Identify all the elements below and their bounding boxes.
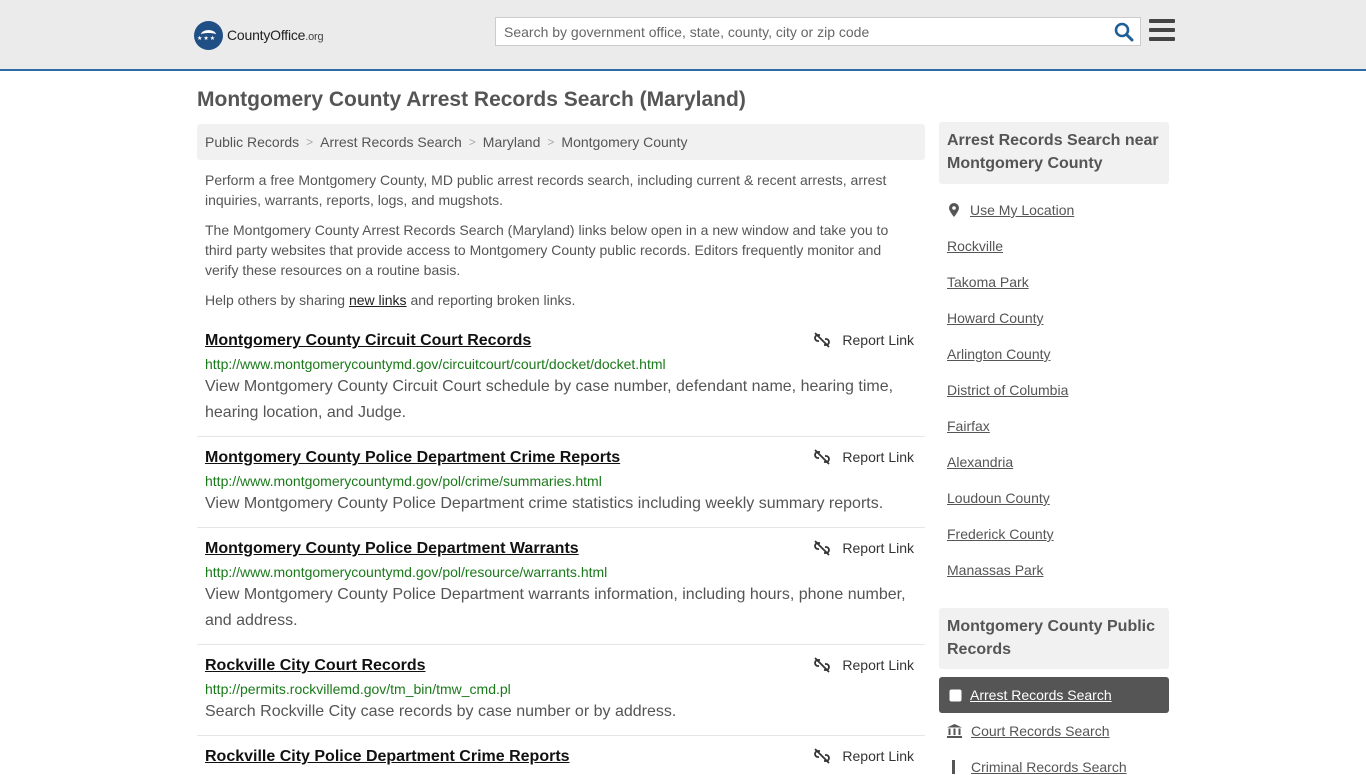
- hamburger-menu-icon[interactable]: [1149, 19, 1175, 41]
- nearby-link[interactable]: Frederick County: [947, 526, 1054, 542]
- gavel-icon: [952, 760, 955, 774]
- map-pin-icon: [949, 203, 959, 217]
- share-note-text: Help others by sharing: [205, 292, 349, 308]
- breadcrumb-item[interactable]: Arrest Records Search: [320, 134, 462, 150]
- nearby-link[interactable]: Arlington County: [947, 346, 1051, 362]
- report-link-label: Report Link: [842, 332, 914, 348]
- nearby-link[interactable]: Alexandria: [947, 454, 1013, 470]
- broken-link-icon: [814, 540, 831, 556]
- search-icon: [1114, 22, 1134, 42]
- courthouse-icon: [947, 724, 962, 738]
- sidebar-item-criminal-records[interactable]: Criminal Records Search: [947, 759, 1127, 775]
- breadcrumb-separator: >: [547, 135, 555, 149]
- intro-paragraph: The Montgomery County Arrest Records Sea…: [205, 222, 889, 278]
- report-link-label: Report Link: [842, 748, 914, 764]
- record-link-description: View Montgomery County Police Department…: [205, 495, 884, 512]
- record-link-item: Montgomery County Circuit Court Records …: [197, 331, 925, 437]
- search-input[interactable]: [496, 18, 1096, 45]
- report-link-button[interactable]: Report Link: [814, 449, 914, 465]
- sidebar-item-label: Arrest Records Search: [970, 687, 1112, 703]
- page-title: Montgomery County Arrest Records Search …: [197, 88, 746, 111]
- report-link-button[interactable]: Report Link: [814, 657, 914, 673]
- report-link-button[interactable]: Report Link: [814, 540, 914, 556]
- logo-tld: .org: [305, 31, 324, 43]
- logo-name: CountyOffice: [227, 27, 306, 43]
- site-logo[interactable]: CountyOffice.org: [194, 20, 324, 50]
- report-link-button[interactable]: Report Link: [814, 332, 914, 348]
- record-link-url: http://www.montgomerycountymd.gov/pol/re…: [205, 564, 608, 580]
- nearby-link[interactable]: Manassas Park: [947, 562, 1043, 578]
- record-link-item: Montgomery County Police Department Warr…: [197, 539, 925, 645]
- nearby-link[interactable]: District of Columbia: [947, 382, 1068, 398]
- broken-link-icon: [814, 748, 831, 764]
- breadcrumb-separator: >: [468, 135, 476, 149]
- breadcrumb-item[interactable]: Montgomery County: [561, 134, 687, 150]
- record-link-description: Search Rockville City case records by ca…: [205, 703, 677, 720]
- search-box: [495, 17, 1141, 46]
- logo-text: CountyOffice.org: [227, 27, 324, 43]
- use-my-location-label: Use My Location: [970, 202, 1075, 218]
- report-link-label: Report Link: [842, 449, 914, 465]
- record-link-url: http://permits.rockvillemd.gov/tm_bin/tm…: [205, 681, 511, 697]
- report-link-label: Report Link: [842, 540, 914, 556]
- report-link-button[interactable]: Report Link: [814, 748, 914, 764]
- search-button[interactable]: [1114, 22, 1134, 42]
- broken-link-icon: [814, 657, 831, 673]
- broken-link-icon: [814, 449, 831, 465]
- nearby-link[interactable]: Rockville: [947, 238, 1003, 254]
- record-link-description: View Montgomery County Police Department…: [205, 586, 906, 629]
- record-link-url: http://www.montgomerycountymd.gov/circui…: [205, 356, 666, 372]
- site-header: CountyOffice.org: [0, 0, 1366, 71]
- sidebar-item-label: Criminal Records Search: [971, 759, 1127, 775]
- broken-link-icon: [814, 332, 831, 348]
- breadcrumb-item[interactable]: Maryland: [483, 134, 541, 150]
- record-link-item: Rockville City Court Records http://perm…: [197, 656, 925, 736]
- record-link-item: Rockville City Police Department Crime R…: [197, 747, 925, 768]
- report-link-label: Report Link: [842, 657, 914, 673]
- intro-paragraph: Perform a free Montgomery County, MD pub…: [205, 172, 887, 208]
- nearby-link[interactable]: Howard County: [947, 310, 1044, 326]
- breadcrumb-separator: >: [306, 135, 314, 149]
- nearby-link[interactable]: Takoma Park: [947, 274, 1029, 290]
- menu-bar: [1149, 19, 1175, 23]
- share-note: Help others by sharing new links and rep…: [205, 290, 905, 310]
- checkbox-icon: [949, 689, 962, 701]
- record-link-url: http://www.montgomerycountymd.gov/pol/cr…: [205, 473, 602, 489]
- sidebar-item-label: Court Records Search: [971, 723, 1110, 739]
- sidebar-item-arrest-records[interactable]: Arrest Records Search: [939, 677, 1169, 713]
- share-note-text: and reporting broken links.: [406, 292, 576, 308]
- new-links-link[interactable]: new links: [349, 292, 407, 308]
- nearby-heading: Arrest Records Search near Montgomery Co…: [939, 122, 1169, 184]
- breadcrumb-item[interactable]: Public Records: [205, 134, 299, 150]
- sidebar-item-court-records[interactable]: Court Records Search: [947, 723, 1110, 739]
- eagle-seal-icon: [194, 20, 223, 50]
- use-my-location-link[interactable]: Use My Location: [947, 202, 1074, 218]
- record-link-description: View Montgomery County Circuit Court sch…: [205, 378, 894, 421]
- nearby-link[interactable]: Loudoun County: [947, 490, 1050, 506]
- breadcrumb: Public Records > Arrest Records Search >…: [197, 124, 925, 160]
- menu-bar: [1149, 37, 1175, 41]
- menu-bar: [1149, 28, 1175, 32]
- nearby-link[interactable]: Fairfax: [947, 418, 990, 434]
- record-link-item: Montgomery County Police Department Crim…: [197, 448, 925, 528]
- public-records-heading: Montgomery County Public Records: [939, 608, 1169, 669]
